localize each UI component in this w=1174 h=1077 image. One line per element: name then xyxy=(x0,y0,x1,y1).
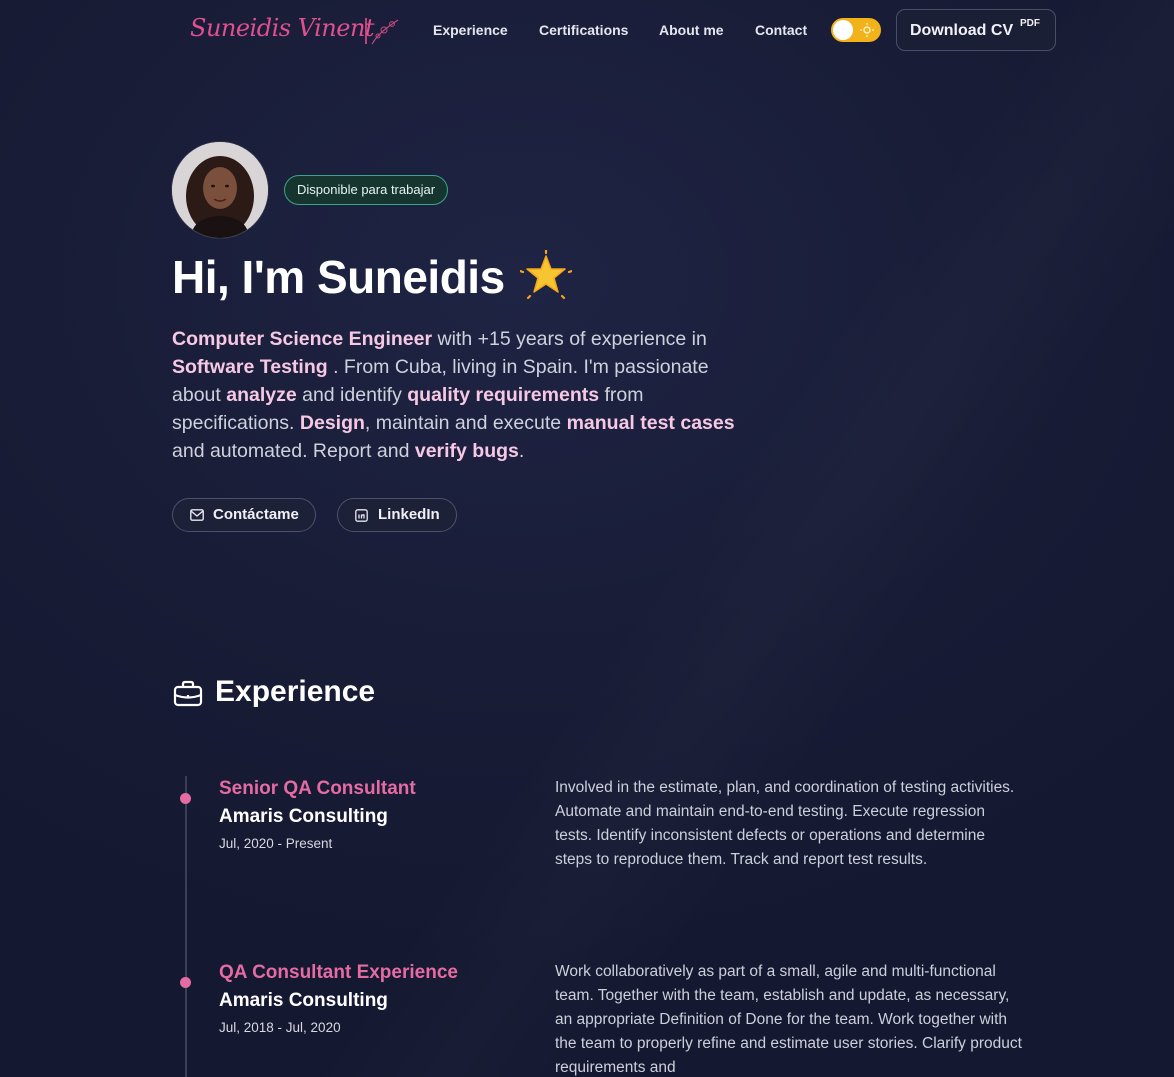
nav-link-experience[interactable]: Experience xyxy=(433,22,508,38)
bio-highlight: Software Testing xyxy=(172,356,328,378)
job-date: Jul, 2020 - Present xyxy=(219,836,333,851)
bio-highlight: Computer Science Engineer xyxy=(172,328,433,350)
briefcase-icon xyxy=(173,680,203,707)
contact-me-label: Contáctame xyxy=(213,506,299,523)
bio-text: . xyxy=(518,440,525,462)
job-company: Amaris Consulting xyxy=(219,990,388,1011)
job-description: Work collaboratively as part of a small,… xyxy=(555,963,1022,1076)
timeline-dot xyxy=(180,977,191,988)
bio-text: and identify xyxy=(296,384,408,406)
hero-bio: Computer Science Engineer with +15 years… xyxy=(172,325,747,465)
timeline-line xyxy=(185,776,187,1077)
experience-heading: Experience xyxy=(215,675,376,708)
download-cv-label: Download CV xyxy=(910,22,1014,39)
bio-highlight: Design xyxy=(299,412,365,434)
background-decoration xyxy=(0,0,1174,1077)
bio-text: , maintain and execute xyxy=(364,412,567,434)
bio-highlight: quality requirements xyxy=(407,384,600,406)
bio-text: and automated. Report and xyxy=(172,440,415,462)
hero-title: Hi, I'm Suneidis xyxy=(172,251,505,303)
job-role: Senior QA Consultant xyxy=(219,778,416,799)
download-cv-button[interactable]: Download CV PDF xyxy=(896,9,1056,51)
job-role: QA Consultant Experience xyxy=(219,962,458,983)
job-company: Amaris Consulting xyxy=(219,806,388,827)
sun-icon xyxy=(860,23,874,37)
bio-text: with +15 years of experience in xyxy=(432,328,707,350)
contact-me-button[interactable]: Contáctame xyxy=(172,498,316,532)
toggle-knob xyxy=(833,20,853,40)
glowing-star-icon xyxy=(520,250,572,300)
bio-highlight: verify bugs xyxy=(414,440,519,462)
bio-highlight: analyze xyxy=(226,384,297,406)
nav-link-contact[interactable]: Contact xyxy=(755,22,807,38)
site-logo[interactable]: Suneidis Vinent xyxy=(190,14,375,42)
availability-badge: Disponible para trabajar xyxy=(284,175,449,205)
bio-highlight: manual test cases xyxy=(566,412,735,434)
download-cv-format: PDF xyxy=(1020,18,1040,29)
nav-link-about-me[interactable]: About me xyxy=(659,22,724,38)
mail-icon xyxy=(190,509,204,521)
timeline-dot xyxy=(180,793,191,804)
avatar-portrait xyxy=(172,142,268,238)
nav-link-certifications[interactable]: Certifications xyxy=(539,22,628,38)
avatar xyxy=(172,142,268,238)
job-description: Involved in the estimate, plan, and coor… xyxy=(555,779,1015,868)
linkedin-icon xyxy=(355,509,368,522)
top-navigation: Suneidis Vinent Experience Certification… xyxy=(0,8,1174,52)
linkedin-label: LinkedIn xyxy=(378,506,440,523)
linkedin-button[interactable]: LinkedIn xyxy=(337,498,457,532)
job-date: Jul, 2018 - Jul, 2020 xyxy=(219,1020,341,1035)
theme-toggle[interactable] xyxy=(831,18,881,42)
logo-flourish-icon xyxy=(365,18,399,45)
